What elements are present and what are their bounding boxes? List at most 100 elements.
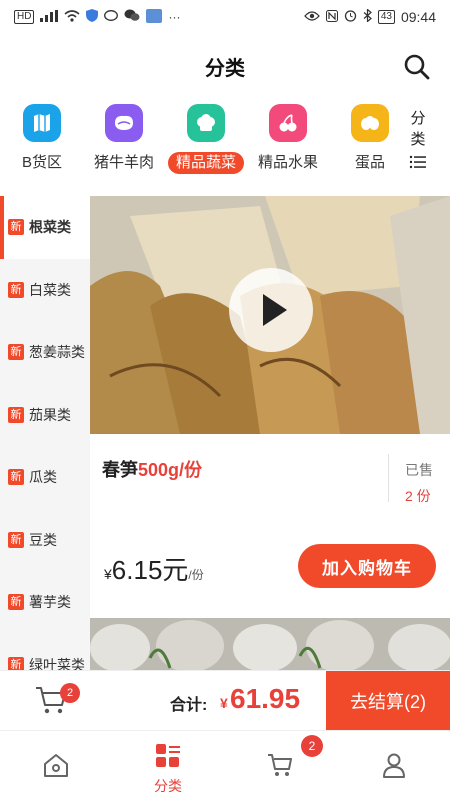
category-b-zone[interactable]: B货区 — [2, 104, 82, 174]
new-badge: 新 — [8, 594, 24, 611]
bluetooth-icon — [363, 8, 372, 25]
user-icon — [383, 753, 405, 778]
radish-photo — [90, 618, 450, 670]
sidebar-item-label: 瓜类 — [29, 469, 57, 486]
wifi-icon — [64, 9, 80, 25]
cherry-icon — [269, 104, 307, 142]
category-icon — [156, 744, 180, 767]
status-left: HD ··· — [14, 8, 181, 26]
product-list: 春笋500g/份 已售 2 份 ¥6.15元/份 加入购物车 — [90, 196, 450, 670]
category-label: 猪牛羊肉 — [93, 154, 154, 171]
new-badge: 新 — [8, 406, 24, 423]
search-button[interactable] — [402, 52, 432, 82]
new-badge: 新 — [8, 344, 24, 361]
header: 分类 — [0, 34, 450, 98]
sold-count: 2 份 — [405, 488, 431, 504]
new-badge: 新 — [8, 281, 24, 298]
clock: 09:44 — [400, 9, 436, 25]
price-value: 6.15元 — [111, 555, 189, 585]
status-bar: HD ··· 43 09:44 — [0, 0, 450, 34]
category-label: 精品蔬菜 — [167, 152, 244, 174]
sidebar-item-label: 绿叶菜类 — [29, 656, 85, 670]
divider — [388, 454, 389, 502]
play-icon — [263, 294, 287, 326]
product-price: ¥6.15元/份 — [104, 550, 204, 587]
category-label: 精品水果 — [257, 154, 318, 171]
sidebar-item-beans[interactable]: 新豆类 — [0, 509, 90, 572]
all-categories-label-1: 分 — [410, 110, 426, 127]
new-badge: 新 — [8, 531, 24, 548]
sidebar-item-label: 白菜类 — [29, 281, 71, 298]
product-name: 春笋 — [102, 460, 138, 480]
home-icon — [44, 754, 68, 777]
meat-icon — [105, 104, 143, 142]
egg-icon — [351, 104, 389, 142]
total-label: 合计: — [170, 697, 208, 714]
shield-icon — [86, 9, 99, 25]
tab-home[interactable] — [26, 751, 86, 784]
category-strip: B货区 猪牛羊肉 精品蔬菜 精品水果 蛋品 分 类 — [0, 98, 450, 184]
sidebar-item-allium[interactable]: 新葱姜蒜类 — [0, 321, 90, 384]
sidebar-item-label: 根菜类 — [29, 219, 71, 236]
price-unit: /份 — [188, 568, 204, 582]
category-meat[interactable]: 猪牛羊肉 — [84, 104, 164, 174]
more-dots-icon: ··· — [168, 10, 181, 24]
cart-icon — [268, 754, 292, 776]
list-icon — [409, 155, 426, 169]
price-symbol: ¥ — [104, 566, 112, 582]
category-egg[interactable]: 蛋品 — [330, 104, 410, 174]
tab-profile[interactable] — [364, 751, 424, 784]
all-categories-label-2: 类 — [410, 131, 426, 148]
hd-badge: HD — [14, 10, 35, 24]
sidebar-item-root-vegetables[interactable]: 新根菜类 — [0, 196, 90, 259]
page-title: 分类 — [205, 57, 245, 80]
sidebar-item-cabbage[interactable]: 新白菜类 — [0, 259, 90, 322]
cart-tab-badge: 2 — [301, 735, 323, 757]
battery-indicator: 43 — [377, 10, 395, 24]
sold-label: 已售 — [405, 462, 433, 478]
new-badge: 新 — [8, 656, 24, 670]
subcategory-sidebar: 新根菜类 新白菜类 新葱姜蒜类 新茄果类 新瓜类 新豆类 新薯芋类 新绿叶菜类 — [0, 196, 90, 670]
sidebar-item-label: 豆类 — [29, 531, 57, 548]
tab-category-label: 分类 — [154, 778, 182, 794]
product-spec: 500g/份 — [138, 460, 203, 480]
add-to-cart-button[interactable]: 加入购物车 — [298, 544, 436, 588]
tab-category[interactable]: 分类 — [138, 743, 198, 796]
sidebar-item-melons[interactable]: 新瓜类 — [0, 446, 90, 509]
status-right: 43 09:44 — [303, 8, 436, 25]
wechat-icon — [124, 9, 140, 25]
signal-icon — [40, 9, 59, 25]
sidebar-item-label: 茄果类 — [29, 406, 71, 423]
bottom-tab-bar: 分类 2 — [0, 730, 450, 800]
vegetable-icon — [187, 104, 225, 142]
product-video[interactable] — [90, 196, 450, 434]
category-label: B货区 — [21, 154, 62, 171]
sidebar-item-leafy-greens[interactable]: 新绿叶菜类 — [0, 634, 90, 670]
map-icon — [23, 104, 61, 142]
tab-cart[interactable] — [250, 751, 310, 784]
alarm-icon — [344, 9, 357, 25]
new-badge: 新 — [8, 469, 24, 486]
category-vegetable[interactable]: 精品蔬菜 — [166, 104, 246, 174]
total-currency: ¥ — [220, 695, 228, 711]
app-icon — [146, 8, 163, 26]
play-button[interactable] — [229, 268, 313, 352]
sidebar-item-tubers[interactable]: 新薯芋类 — [0, 571, 90, 634]
category-fruit[interactable]: 精品水果 — [248, 104, 328, 174]
product-title: 春笋500g/份 — [102, 456, 202, 482]
checkout-button[interactable]: 去结算(2) — [326, 671, 450, 731]
sidebar-item-label: 薯芋类 — [29, 594, 71, 611]
all-categories-button[interactable]: 分 类 — [406, 108, 430, 176]
search-icon — [404, 54, 430, 80]
sidebar-item-label: 葱姜蒜类 — [29, 344, 85, 361]
product-card: 春笋500g/份 已售 2 份 ¥6.15元/份 加入购物车 — [90, 434, 450, 618]
sidebar-item-solanaceous[interactable]: 新茄果类 — [0, 384, 90, 447]
eye-icon — [303, 10, 320, 24]
cart-summary-bar: 2 合计: ¥ 61.95 去结算(2) — [0, 670, 450, 731]
chat-icon — [104, 9, 119, 25]
next-product-photo[interactable] — [90, 618, 450, 670]
cart-count-badge: 2 — [60, 683, 80, 703]
nfc-icon — [325, 9, 338, 25]
new-badge: 新 — [8, 219, 24, 236]
total-amount: 61.95 — [230, 683, 301, 714]
